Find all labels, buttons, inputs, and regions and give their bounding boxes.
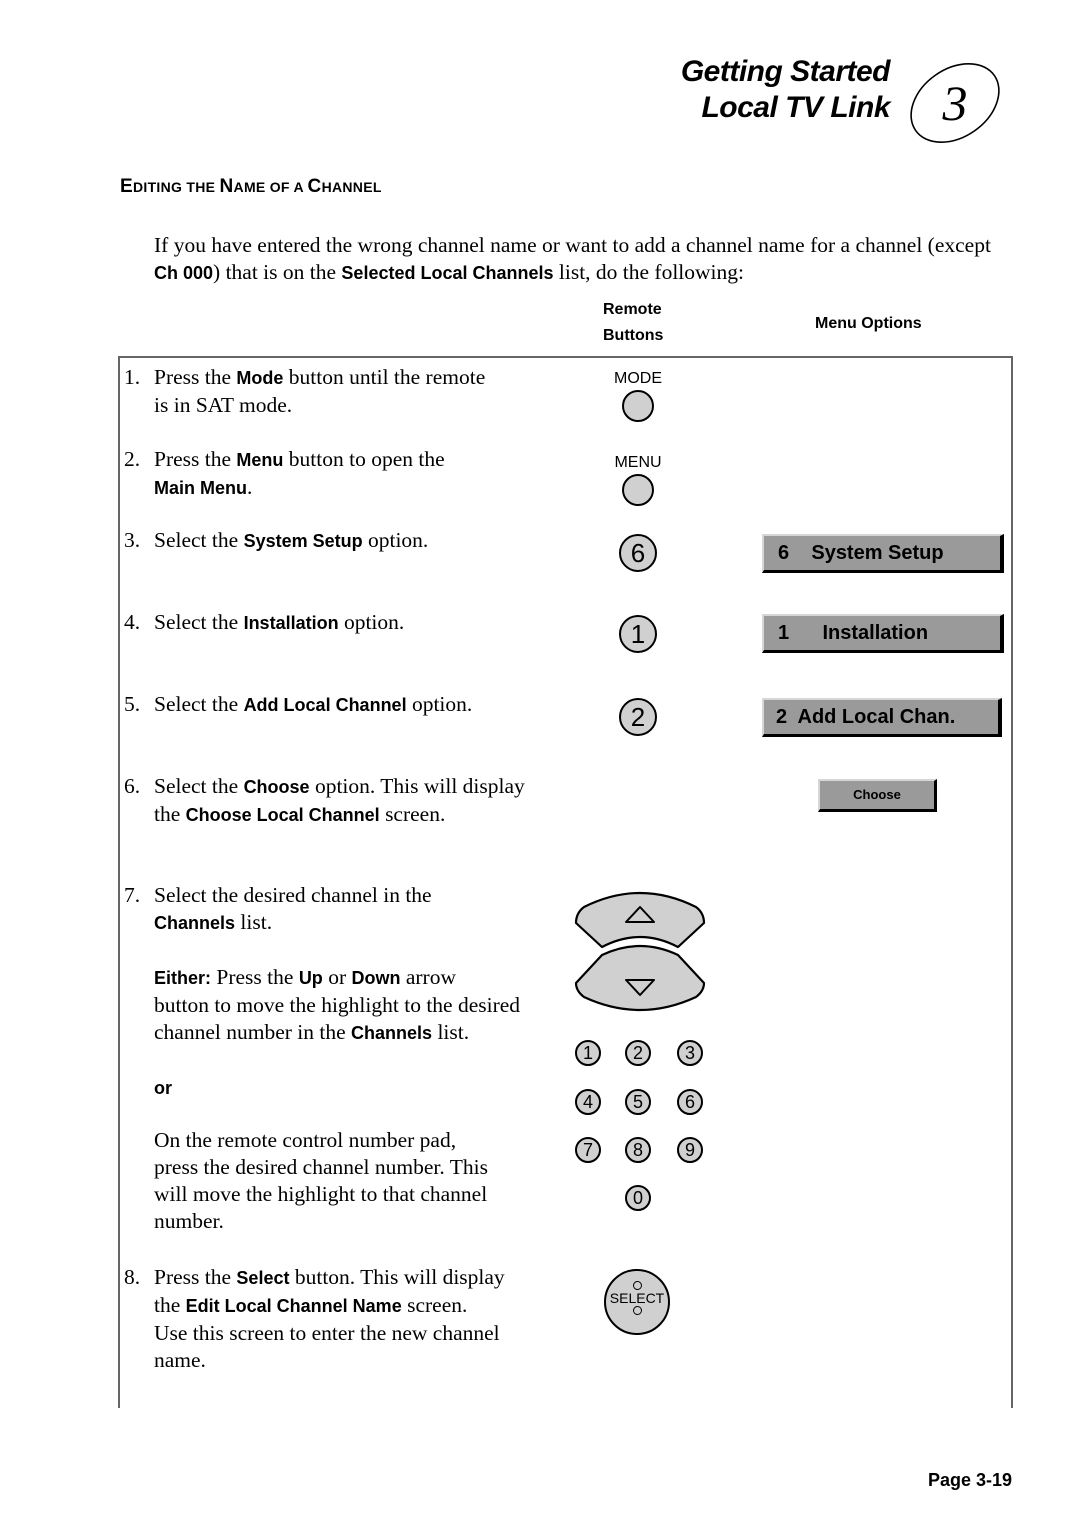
number-key-6[interactable]: 6 [619, 534, 657, 572]
menu-option-installation[interactable]: 1 Installation [762, 614, 1004, 653]
choose-button[interactable]: Choose [818, 779, 937, 812]
menu-option-system-setup[interactable]: 6 System Setup [762, 534, 1004, 573]
number-key-1[interactable]: 1 [619, 615, 657, 653]
chapter-number: 3 [942, 75, 968, 131]
step-7-either: Either: Press the Up or Down arrow butto… [154, 965, 521, 1044]
title-part: C [307, 176, 322, 197]
header-title-line2: Local TV Link [701, 91, 890, 124]
numpad-key-2[interactable]: 2 [625, 1040, 651, 1066]
title-part: DITING THE [132, 179, 220, 195]
page-number: Page 3-19 [927, 1470, 1012, 1490]
menu-options-column-header: Menu Options [815, 315, 922, 332]
header-title-line1: Getting Started [680, 55, 891, 88]
intro-paragraph: If you have entered the wrong channel na… [154, 233, 991, 284]
step-7-or: or [154, 1078, 172, 1098]
numpad-key-8[interactable]: 8 [625, 1137, 651, 1163]
chapter-number-badge: 3 [910, 63, 1000, 143]
number-key-2[interactable]: 2 [619, 698, 657, 736]
down-arrow-button[interactable] [574, 944, 706, 1011]
menu-button[interactable] [622, 474, 654, 506]
numpad-key-9[interactable]: 9 [677, 1137, 703, 1163]
select-dot-icon [632, 1306, 642, 1315]
section-title: EDITING THE NAME OF A CHANNEL [120, 176, 382, 198]
menu-label: MENU [614, 454, 662, 471]
numpad-key-4[interactable]: 4 [575, 1089, 601, 1115]
mode-label: MODE [614, 370, 662, 387]
chapter-header: Getting Started Local TV Link [680, 54, 891, 126]
arrow-buttons [574, 892, 706, 1011]
numpad-key-1[interactable]: 1 [575, 1040, 601, 1066]
mode-button[interactable] [622, 390, 654, 422]
numpad-key-6[interactable]: 6 [677, 1089, 703, 1115]
menu-option-add-local-chan[interactable]: 2 Add Local Chan. [762, 698, 1002, 737]
select-button[interactable]: SELECT [604, 1269, 670, 1335]
step-7-numpad-instructions: On the remote control number pad, press … [154, 1128, 488, 1233]
title-part: HANNEL [321, 179, 382, 195]
numpad-key-5[interactable]: 5 [625, 1089, 651, 1115]
numpad-key-0[interactable]: 0 [625, 1185, 651, 1211]
numpad-key-3[interactable]: 3 [677, 1040, 703, 1066]
title-part: N [219, 176, 234, 197]
numpad-key-7[interactable]: 7 [575, 1137, 601, 1163]
remote-buttons-column-header: Remote Buttons [603, 301, 664, 344]
select-dot-icon [632, 1281, 642, 1290]
title-part: E [120, 176, 133, 197]
title-part: AME OF A [233, 179, 308, 195]
select-label: SELECT [609, 1290, 665, 1306]
up-arrow-button[interactable] [574, 892, 706, 949]
